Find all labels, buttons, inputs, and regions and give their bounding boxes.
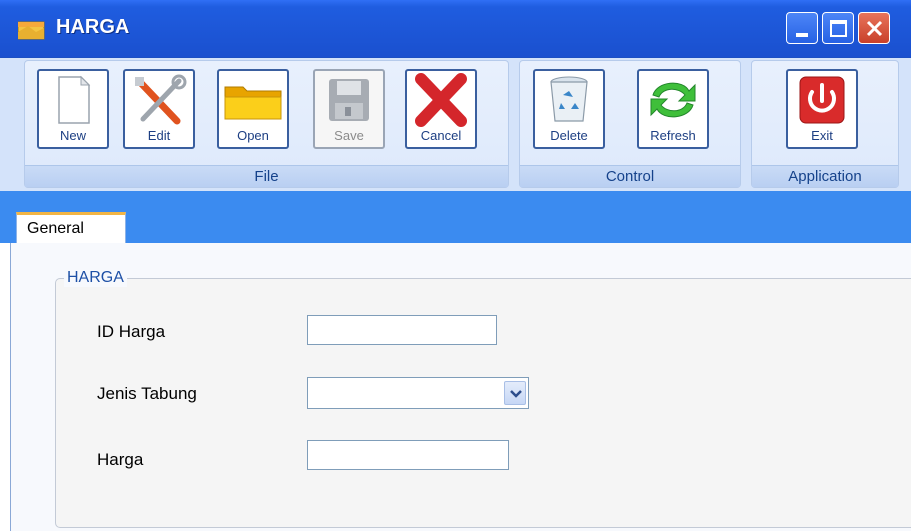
- exit-button[interactable]: Exit: [786, 69, 858, 149]
- cancel-button[interactable]: Cancel: [405, 69, 477, 149]
- title-bar[interactable]: HARGA: [0, 0, 911, 58]
- ribbon-toolbar: New Edit Open Save Cancel File Delete Re…: [0, 58, 911, 191]
- recycle-bin-icon: [550, 76, 588, 122]
- folder-icon: [224, 86, 282, 120]
- new-button-label: New: [59, 128, 86, 143]
- edit-button-label: Edit: [147, 128, 171, 143]
- open-button-label: Open: [237, 128, 269, 143]
- close-icon: [866, 20, 883, 37]
- tab-general[interactable]: General: [16, 212, 126, 243]
- close-button[interactable]: [858, 12, 890, 44]
- refresh-arrows-icon: [650, 82, 696, 118]
- window-title: HARGA: [56, 16, 130, 38]
- ribbon-group-application-label: Application: [752, 165, 898, 187]
- save-button[interactable]: Save: [313, 69, 385, 149]
- open-button[interactable]: Open: [217, 69, 289, 149]
- id-harga-input[interactable]: [307, 315, 497, 345]
- floppy-disk-icon: [329, 79, 369, 121]
- app-window-icon: [18, 21, 45, 40]
- power-icon: [799, 76, 845, 124]
- tools-icon: [135, 74, 187, 125]
- jenis-tabung-label: Jenis Tabung: [97, 384, 197, 403]
- exit-button-label: Exit: [811, 128, 833, 143]
- cancel-button-label: Cancel: [420, 128, 462, 143]
- delete-button[interactable]: Delete: [533, 69, 605, 149]
- dropdown-button[interactable]: [504, 381, 526, 405]
- new-button[interactable]: New: [37, 69, 109, 149]
- edit-button[interactable]: Edit: [123, 69, 195, 149]
- tab-content-general: HARGA ID Harga Jenis Tabung Harga: [10, 243, 911, 531]
- chevron-down-icon: [510, 390, 522, 398]
- ribbon-group-file: New Edit Open Save Cancel File: [24, 60, 509, 188]
- delete-button-label: Delete: [550, 128, 588, 143]
- refresh-button[interactable]: Refresh: [637, 69, 709, 149]
- ribbon-group-control-label: Control: [520, 165, 740, 187]
- refresh-button-label: Refresh: [650, 128, 696, 143]
- save-button-label: Save: [334, 128, 364, 143]
- minimize-button[interactable]: [786, 12, 818, 44]
- new-document-icon: [58, 75, 91, 124]
- red-x-icon: [415, 73, 467, 127]
- ribbon-group-control: Delete Refresh Control: [519, 60, 741, 188]
- ribbon-group-file-label: File: [25, 165, 508, 187]
- jenis-tabung-select[interactable]: [307, 377, 529, 409]
- harga-label: Harga: [97, 450, 144, 469]
- harga-window: HARGA New Edit Open Save Cancel File Del…: [0, 0, 911, 531]
- ribbon-group-application: Exit Application: [751, 60, 899, 188]
- maximize-icon: [830, 20, 847, 37]
- harga-input[interactable]: [307, 440, 509, 470]
- minimize-icon: [796, 33, 808, 37]
- groupbox-title: HARGA: [64, 269, 127, 287]
- maximize-button[interactable]: [822, 12, 854, 44]
- tab-bar: General: [0, 210, 911, 243]
- id-harga-label: ID Harga: [97, 322, 166, 341]
